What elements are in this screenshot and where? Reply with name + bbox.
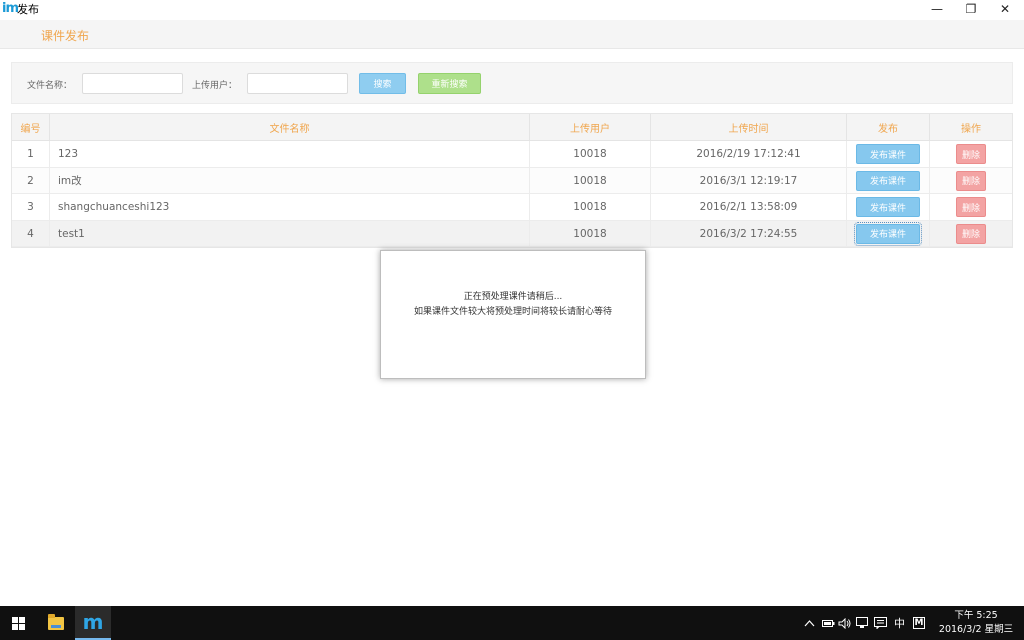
ime-mode-button[interactable]: M <box>913 606 925 640</box>
row-upload-user: 10018 <box>530 220 651 247</box>
start-button[interactable] <box>0 606 36 640</box>
dialog-message-line2: 如果课件文件较大将预处理时间将较长请耐心等待 <box>413 307 612 317</box>
row-operation-cell: 删除 <box>930 141 1012 167</box>
header-publish: 发布 <box>847 114 930 141</box>
maximize-button[interactable]: ❐ <box>954 0 988 18</box>
delete-button[interactable]: 删除 <box>956 144 986 164</box>
row-operation-cell: 删除 <box>930 221 1012 247</box>
volume-icon[interactable] <box>838 606 852 640</box>
im-app-taskbar-button[interactable]: m <box>75 606 111 640</box>
delete-button[interactable]: 删除 <box>956 170 986 191</box>
row-publish-cell: 发布课件 <box>847 167 930 194</box>
row-upload-time: 2016/3/2 17:24:55 <box>651 220 847 247</box>
battery-icon[interactable] <box>822 606 835 640</box>
row-file-name: 123 <box>50 141 530 167</box>
table-row[interactable]: 2 im改 10018 2016/3/1 12:19:17 发布课件 删除 <box>12 167 1012 194</box>
upload-user-input[interactable] <box>247 73 348 94</box>
table-header: 编号 文件名称 上传用户 上传时间 发布 操作 <box>12 114 1012 141</box>
upload-user-label: 上传用户： <box>192 81 238 91</box>
row-number: 3 <box>12 194 50 220</box>
network-icon[interactable] <box>856 606 870 640</box>
reset-search-button[interactable]: 重新搜索 <box>418 73 481 94</box>
header-upload-user: 上传用户 <box>530 114 651 141</box>
system-clock[interactable]: 下午 5:25 2016/3/2 星期三 <box>936 609 1016 637</box>
show-hidden-icons-button[interactable] <box>804 606 815 640</box>
delete-button[interactable]: 删除 <box>956 223 986 244</box>
file-explorer-taskbar-button[interactable] <box>38 606 74 640</box>
courseware-table: 编号 文件名称 上传用户 上传时间 发布 操作 1 123 10018 2016… <box>11 113 1013 248</box>
header-number: 编号 <box>12 114 50 141</box>
row-upload-time: 2016/2/1 13:58:09 <box>651 194 847 220</box>
search-button[interactable]: 搜索 <box>359 73 406 94</box>
row-file-name: im改 <box>50 167 530 194</box>
row-upload-user: 10018 <box>530 194 651 220</box>
processing-dialog: 正在预处理课件请稍后... 如果课件文件较大将预处理时间将较长请耐心等待 <box>380 250 646 379</box>
action-center-icon[interactable] <box>874 606 887 640</box>
row-upload-user: 10018 <box>530 167 651 194</box>
input-method-indicator[interactable]: 中 <box>894 606 905 640</box>
page-title: 课件发布 <box>41 29 90 43</box>
header-upload-time: 上传时间 <box>651 114 847 141</box>
chevron-up-icon <box>804 620 815 627</box>
row-publish-cell: 发布课件 <box>847 141 930 167</box>
clock-time: 下午 5:25 <box>954 610 998 621</box>
row-operation-cell: 删除 <box>930 168 1012 194</box>
windows-logo-icon <box>11 616 25 630</box>
publish-courseware-button[interactable]: 发布课件 <box>856 197 920 217</box>
table-row[interactable]: 1 123 10018 2016/2/19 17:12:41 发布课件 删除 <box>12 141 1012 168</box>
window-title: 发布 <box>17 3 39 16</box>
row-number: 4 <box>12 220 50 247</box>
publish-courseware-button[interactable]: 发布课件 <box>856 144 920 164</box>
im-app-icon: m <box>82 610 104 634</box>
row-upload-time: 2016/3/1 12:19:17 <box>651 167 847 194</box>
file-name-label: 文件名称： <box>27 81 73 91</box>
row-number: 2 <box>12 167 50 194</box>
ime-icon: M <box>913 617 925 629</box>
row-publish-cell: 发布课件 <box>847 220 930 247</box>
table-row[interactable]: 3 shangchuanceshi123 10018 2016/2/1 13:5… <box>12 194 1012 221</box>
row-upload-user: 10018 <box>530 141 651 167</box>
taskbar: m 中 M 下午 5:25 2016/3/2 星期三 <box>0 606 1024 640</box>
delete-button[interactable]: 删除 <box>956 197 986 217</box>
header-file-name: 文件名称 <box>50 114 530 141</box>
row-file-name: shangchuanceshi123 <box>50 194 530 220</box>
close-button[interactable]: ✕ <box>988 0 1022 18</box>
dialog-message-line1: 正在预处理课件请稍后... <box>463 292 563 302</box>
row-operation-cell: 删除 <box>930 194 1012 220</box>
publish-courseware-button[interactable]: 发布课件 <box>854 221 922 246</box>
row-upload-time: 2016/2/19 17:12:41 <box>651 141 847 167</box>
minimize-button[interactable]: — <box>920 0 954 18</box>
clock-date: 2016/3/2 星期三 <box>938 624 1014 635</box>
file-name-input[interactable] <box>82 73 183 94</box>
row-publish-cell: 发布课件 <box>847 194 930 220</box>
folder-icon <box>48 613 64 630</box>
page-header: 课件发布 <box>0 20 1024 49</box>
publish-courseware-button[interactable]: 发布课件 <box>856 170 920 191</box>
row-file-name: test1 <box>50 220 530 247</box>
search-panel: 文件名称： 上传用户： 搜索 重新搜索 <box>11 62 1013 104</box>
table-row[interactable]: 4 test1 10018 2016/3/2 17:24:55 发布课件 删除 <box>12 220 1012 247</box>
header-operation: 操作 <box>961 124 981 135</box>
title-bar: im 发布 — ❐ ✕ <box>0 0 1024 18</box>
row-number: 1 <box>12 141 50 167</box>
app-logo-icon: im <box>2 1 19 16</box>
